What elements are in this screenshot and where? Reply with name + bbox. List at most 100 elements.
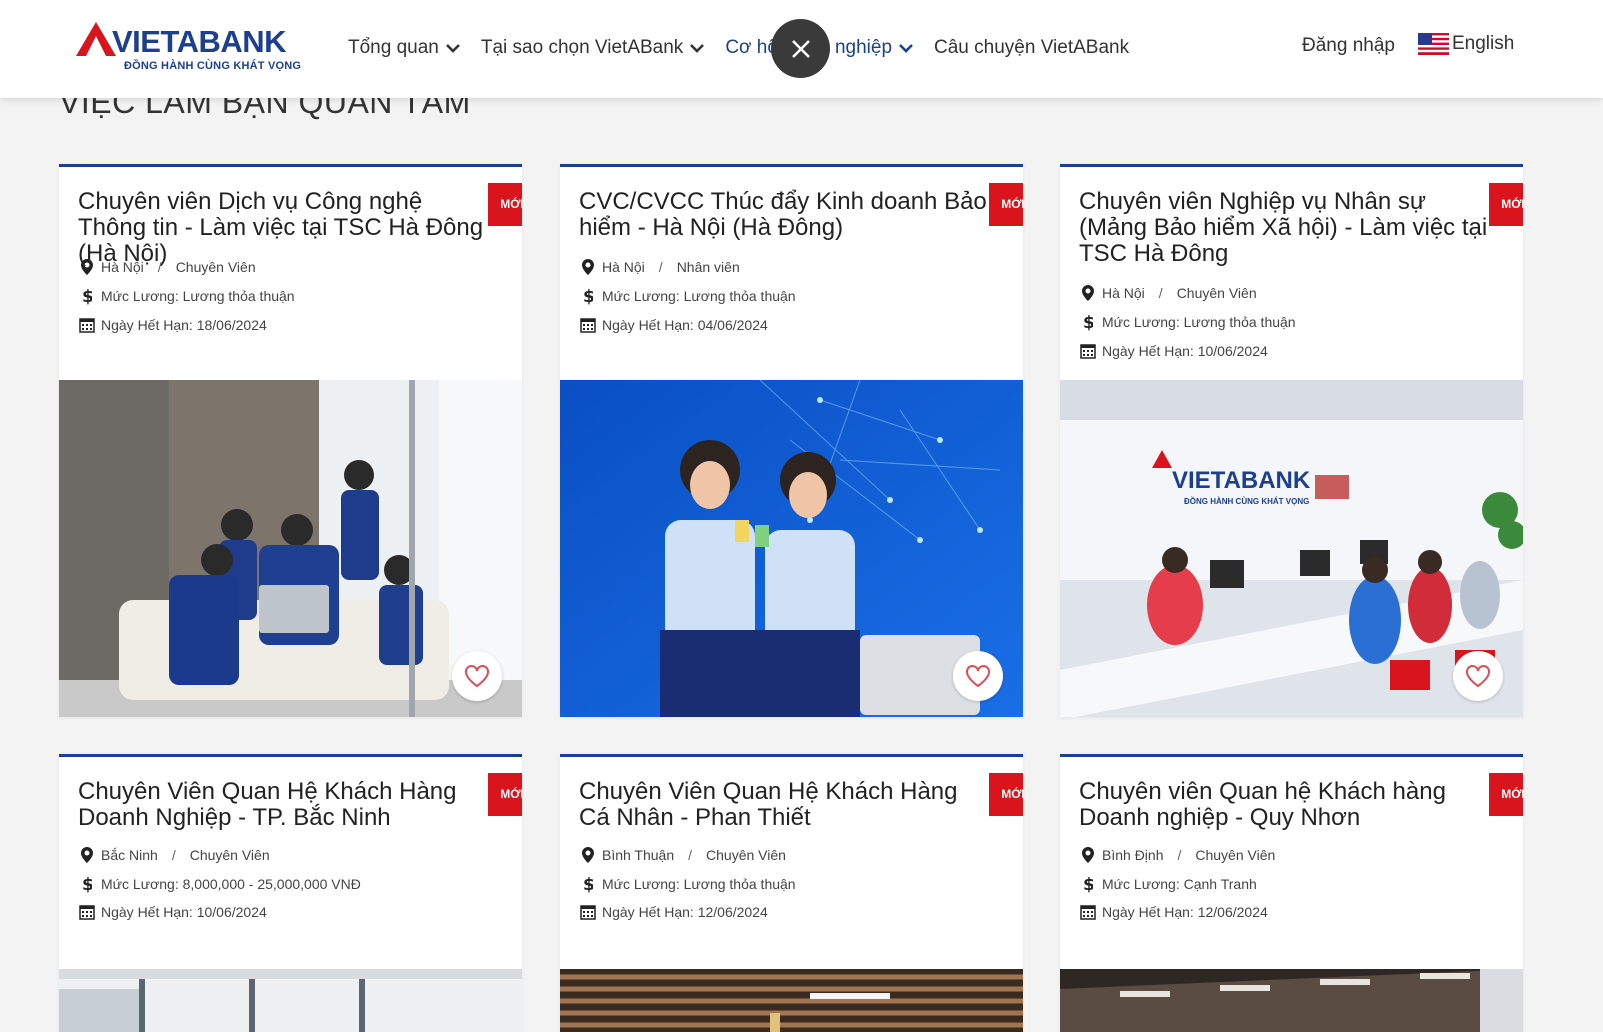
job-card[interactable]: Chuyên Viên Quan Hệ Khách Hàng Cá Nhân -…	[560, 754, 1023, 1032]
logo-text: VIETABANK	[112, 24, 287, 59]
job-title[interactable]: Chuyên Viên Quan Hệ Khách Hàng Doanh Ngh…	[78, 779, 488, 831]
job-photo[interactable]	[560, 380, 1023, 717]
job-photo[interactable]	[560, 969, 1023, 1032]
job-card[interactable]: Chuyên Viên Quan Hệ Khách Hàng Doanh Ngh…	[59, 754, 522, 1032]
job-salary-row: $ Mức Lương: Lương thỏa thuận	[1079, 313, 1296, 331]
separator: /	[688, 847, 693, 863]
dollar-icon: $	[579, 287, 597, 305]
job-location-row: Bình Thuận / Chuyên Viên	[579, 846, 786, 864]
job-card[interactable]: CVC/CVCC Thúc đẩy Kinh doanh Bảo hiểm - …	[560, 164, 1023, 717]
svg-text:$: $	[583, 875, 593, 893]
job-deadline-row: Ngày Hết Hạn: 04/06/2024	[579, 316, 768, 334]
job-location-row: Bắc Ninh / Chuyên Viên	[78, 846, 270, 864]
job-card[interactable]: Chuyên viên Quan hệ Khách hàng Doanh ngh…	[1060, 754, 1523, 1032]
nav-label: Tại sao chọn VietABank	[480, 37, 684, 58]
language-switcher[interactable]: English	[1418, 33, 1514, 55]
job-location: Bình Thuận	[602, 847, 675, 863]
heart-icon	[465, 665, 489, 688]
site-header: VIETABANK ĐỒNG HÀNH CÙNG KHÁT VỌNG Tổng …	[0, 0, 1603, 98]
job-title[interactable]: Chuyên viên Quan hệ Khách hàng Doanh ngh…	[1079, 779, 1489, 831]
job-photo[interactable]: VIETABANK ĐỒNG HÀNH CÙNG KHÁT VỌNG	[1060, 380, 1523, 717]
map-pin-icon	[579, 258, 597, 276]
svg-text:$: $	[82, 287, 92, 305]
job-deadline-row: Ngày Hết Hạn: 10/06/2024	[78, 903, 267, 921]
heart-icon	[1466, 665, 1490, 688]
chevron-down-icon	[445, 40, 461, 56]
job-deadline-row: Ngày Hết Hạn: 10/06/2024	[1079, 342, 1268, 360]
logo-slogan: ĐỒNG HÀNH CÙNG KHÁT VỌNG	[124, 60, 302, 72]
map-pin-icon	[78, 258, 96, 276]
calendar-icon	[78, 316, 96, 334]
job-title[interactable]: Chuyên viên Nghiệp vụ Nhân sự (Mảng Bảo …	[1079, 189, 1489, 267]
separator: /	[157, 259, 162, 275]
calendar-icon	[78, 903, 96, 921]
badge-label: MỚI	[500, 787, 522, 801]
language-label: English	[1452, 33, 1515, 54]
badge-label: MỚI	[1001, 787, 1023, 801]
calendar-icon	[579, 903, 597, 921]
separator: /	[658, 259, 663, 275]
job-card[interactable]: Chuyên viên Dịch vụ Công nghệ Thông tin …	[59, 164, 522, 717]
favorite-button[interactable]	[452, 651, 502, 701]
job-deadline: Ngày Hết Hạn: 10/06/2024	[101, 904, 267, 920]
job-salary: Mức Lương: Cạnh Tranh	[1102, 876, 1257, 892]
map-pin-icon	[1079, 846, 1097, 864]
new-badge: MỚI	[989, 773, 1023, 829]
job-photo[interactable]	[59, 969, 522, 1032]
nav-label: Câu chuyện VietABank	[934, 37, 1130, 58]
job-photo[interactable]	[1060, 969, 1523, 1032]
job-title[interactable]: CVC/CVCC Thúc đẩy Kinh doanh Bảo hiểm - …	[579, 189, 989, 241]
svg-text:$: $	[1083, 313, 1093, 331]
job-location: Hà Nội	[602, 259, 645, 275]
job-level: Chuyên Viên	[189, 847, 270, 863]
login-link[interactable]: Đăng nhập	[1302, 35, 1395, 57]
job-salary: Mức Lương: Lương thỏa thuận	[101, 288, 295, 304]
badge-label: MỚI	[1001, 197, 1023, 211]
job-location: Bắc Ninh	[101, 847, 158, 863]
separator: /	[1177, 847, 1182, 863]
job-salary: Mức Lương: Lương thỏa thuận	[602, 876, 796, 892]
job-location-row: Hà Nội / Nhân viên	[579, 258, 740, 276]
photo-logo-slogan: ĐỒNG HÀNH CÙNG KHÁT VỌNG	[1184, 496, 1309, 506]
dollar-icon: $	[1079, 313, 1097, 331]
nav-item-why-vietabank[interactable]: Tại sao chọn VietABank	[481, 37, 705, 59]
us-flag-icon	[1418, 33, 1449, 55]
new-badge: MỚI	[1489, 183, 1523, 239]
favorite-button[interactable]	[953, 651, 1003, 701]
nav-item-stories[interactable]: Câu chuyện VietABank	[934, 37, 1129, 59]
svg-text:$: $	[583, 287, 593, 305]
new-badge: MỚI	[488, 183, 522, 239]
badge-label: MỚI	[1501, 787, 1523, 801]
lobby-photo-illustration	[1060, 969, 1523, 1032]
job-deadline: Ngày Hết Hạn: 12/06/2024	[1102, 904, 1268, 920]
job-title[interactable]: Chuyên Viên Quan Hệ Khách Hàng Cá Nhân -…	[579, 779, 989, 831]
job-level: Nhân viên	[676, 259, 740, 275]
job-salary-row: $ Mức Lương: 8,000,000 - 25,000,000 VNĐ	[78, 875, 361, 893]
favorite-button[interactable]	[1453, 651, 1503, 701]
nav-item-overview[interactable]: Tổng quan	[348, 37, 461, 59]
job-level: Chuyên Viên	[1176, 285, 1257, 301]
job-level: Chuyên Viên	[1195, 847, 1276, 863]
job-deadline: Ngày Hết Hạn: 18/06/2024	[101, 317, 267, 333]
map-pin-icon	[1079, 284, 1097, 302]
close-button[interactable]	[771, 19, 830, 78]
main-nav: Tổng quan Tại sao chọn VietABank Cơ hội …	[348, 0, 1149, 96]
svg-text:$: $	[82, 875, 92, 893]
job-salary: Mức Lương: Lương thỏa thuận	[602, 288, 796, 304]
job-card[interactable]: Chuyên viên Nghiệp vụ Nhân sự (Mảng Bảo …	[1060, 164, 1523, 717]
dollar-icon: $	[78, 287, 96, 305]
job-salary-row: $ Mức Lương: Lương thỏa thuận	[579, 875, 796, 893]
job-deadline: Ngày Hết Hạn: 10/06/2024	[1102, 343, 1268, 359]
job-deadline: Ngày Hết Hạn: 12/06/2024	[602, 904, 768, 920]
calendar-icon	[579, 316, 597, 334]
new-badge: MỚI	[989, 183, 1023, 239]
job-location-row: Bình Định / Chuyên Viên	[1079, 846, 1275, 864]
job-title[interactable]: Chuyên viên Dịch vụ Công nghệ Thông tin …	[78, 189, 488, 267]
vietabank-logo[interactable]: VIETABANK ĐỒNG HÀNH CÙNG KHÁT VỌNG	[76, 22, 306, 76]
job-salary: Mức Lương: Lương thỏa thuận	[1102, 314, 1296, 330]
job-salary-row: $ Mức Lương: Lương thỏa thuận	[78, 287, 295, 305]
new-badge: MỚI	[488, 773, 522, 829]
job-photo[interactable]	[59, 380, 522, 717]
badge-label: MỚI	[1501, 197, 1523, 211]
calendar-icon	[1079, 903, 1097, 921]
